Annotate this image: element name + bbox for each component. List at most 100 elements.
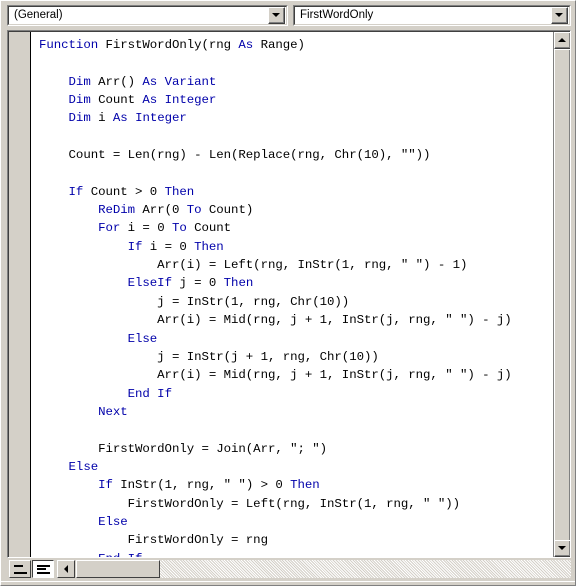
code-line: FirstWordOnly = rng (33, 531, 552, 549)
code-line: Arr(i) = Mid(rng, j + 1, InStr(j, rng, "… (33, 366, 552, 384)
procedure-dropdown[interactable]: FirstWordOnly (293, 5, 571, 26)
full-module-view-button[interactable] (32, 560, 54, 578)
chevron-down-icon[interactable] (268, 7, 285, 24)
procedure-view-icon (13, 564, 27, 574)
code-keyword: To (171, 221, 187, 236)
code-text-area[interactable]: Function FirstWordOnly(rng As Range) Dim… (33, 32, 552, 557)
code-token: i = 0 (142, 239, 195, 254)
code-keyword: As (142, 93, 158, 108)
code-token: Count > 0 (83, 184, 165, 199)
code-keyword: As (238, 38, 254, 52)
code-token: j = 0 (171, 276, 224, 291)
window-status-strip (1, 581, 575, 585)
code-keyword: ReDim (98, 203, 136, 218)
code-keyword: Then (194, 239, 224, 254)
triangle-down-icon[interactable] (554, 540, 570, 557)
code-token: InStr(1, rng, " ") > 0 (112, 478, 291, 493)
procedure-view-button[interactable] (9, 560, 31, 578)
code-token: FirstWordOnly = rng (39, 533, 268, 548)
code-keyword: Then (223, 276, 254, 291)
code-token: j = InStr(j + 1, rng, Chr(10)) (39, 349, 379, 364)
code-keyword: Else (98, 514, 128, 529)
horizontal-scrollbar[interactable] (57, 559, 571, 579)
code-keyword: Integer (135, 111, 187, 126)
code-keyword: Dim (68, 111, 91, 126)
code-keyword: For (98, 221, 121, 236)
code-keyword: End If (98, 552, 142, 557)
code-token: FirstWordOnly(rng (98, 38, 239, 52)
code-token: Count = Len(rng) - Len(Replace(rng, Chr(… (39, 148, 431, 163)
code-line: If i = 0 Then (33, 238, 552, 256)
code-token: Arr(i) = Left(rng, InStr(1, rng, " ") - … (39, 258, 468, 273)
code-token: Arr(i) = Mid(rng, j + 1, InStr(j, rng, "… (39, 313, 512, 328)
code-keyword: ElseIf (127, 276, 172, 291)
code-editor-pane: Function FirstWordOnly(rng As Range) Dim… (7, 30, 571, 558)
triangle-up-icon[interactable] (554, 32, 570, 49)
chevron-down-icon[interactable] (551, 7, 568, 24)
code-token: Count) (201, 203, 254, 218)
code-line: If Count > 0 Then (33, 183, 552, 201)
code-keyword: To (186, 203, 202, 218)
code-line: If InStr(1, rng, " ") > 0 Then (33, 476, 552, 494)
code-keyword: As (142, 74, 158, 89)
code-token: i (90, 111, 113, 126)
code-keyword: Then (290, 478, 320, 493)
code-token: Range) (253, 38, 305, 52)
code-line: Else (33, 513, 552, 531)
code-line: Else (33, 330, 552, 348)
procedure-dropdown-value: FirstWordOnly (300, 9, 374, 21)
vertical-scrollbar[interactable] (553, 32, 570, 557)
code-keyword: Dim (68, 74, 91, 89)
code-keyword: Else (127, 331, 158, 346)
code-token: Count (90, 93, 143, 108)
code-keyword: If (68, 184, 84, 199)
code-line: Dim i As Integer (33, 109, 552, 127)
code-keyword: Integer (164, 93, 217, 108)
code-token: Arr() (90, 74, 143, 89)
code-window-bottom-bar (7, 558, 571, 580)
code-keyword: End If (127, 386, 172, 401)
code-line: FirstWordOnly = Join(Arr, "; ") (33, 440, 552, 458)
code-token: FirstWordOnly = Left(rng, InStr(1, rng, … (39, 496, 460, 511)
code-keyword: Function (39, 38, 99, 52)
code-token: Arr(i) = Mid(rng, j + 1, InStr(j, rng, "… (39, 368, 512, 383)
code-line: Else (33, 458, 552, 476)
code-token: Count (186, 221, 232, 236)
code-line: Count = Len(rng) - Len(Replace(rng, Chr(… (33, 146, 552, 164)
code-line: Dim Arr() As Variant (33, 73, 552, 91)
code-line: Function FirstWordOnly(rng As Range) (33, 36, 552, 54)
code-line: End If (33, 385, 552, 403)
code-line: Arr(i) = Left(rng, InStr(1, rng, " ") - … (33, 256, 552, 274)
vertical-scrollbar-thumb[interactable] (554, 49, 570, 545)
code-keyword: Else (68, 459, 99, 474)
code-line: j = InStr(1, rng, Chr(10)) (33, 293, 552, 311)
triangle-left-icon[interactable] (57, 560, 75, 578)
code-token: FirstWordOnly = Join(Arr, "; ") (39, 441, 328, 456)
object-dropdown[interactable]: (General) (7, 5, 288, 26)
horizontal-scrollbar-thumb[interactable] (76, 560, 160, 578)
full-module-view-icon (36, 564, 50, 574)
object-dropdown-value: (General) (14, 9, 63, 21)
code-token: j = InStr(1, rng, Chr(10)) (39, 294, 350, 309)
code-line: Dim Count As Integer (33, 91, 552, 109)
code-keyword: Then (164, 184, 195, 199)
code-token: Arr(0 (135, 203, 187, 218)
code-line: For i = 0 To Count (33, 219, 552, 237)
code-line: j = InStr(j + 1, rng, Chr(10)) (33, 348, 552, 366)
vba-code-window: (General) FirstWordOnly Function FirstWo… (0, 0, 576, 586)
code-keyword: If (98, 478, 113, 493)
code-margin-indicator-bar[interactable] (9, 32, 31, 557)
